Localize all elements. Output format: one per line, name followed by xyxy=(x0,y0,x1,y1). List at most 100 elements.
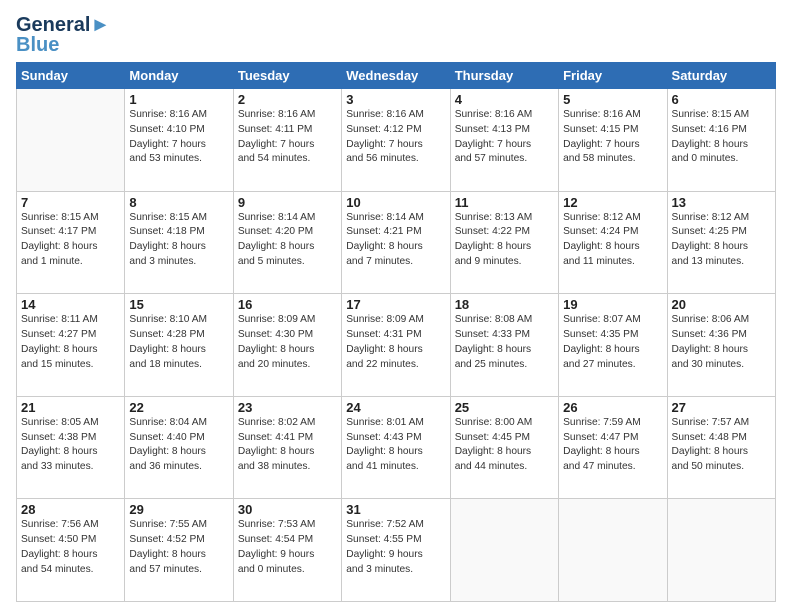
day-number: 1 xyxy=(129,92,228,107)
day-number: 22 xyxy=(129,400,228,415)
calendar-cell: 24Sunrise: 8:01 AMSunset: 4:43 PMDayligh… xyxy=(342,396,450,499)
calendar-cell: 9Sunrise: 8:14 AMSunset: 4:20 PMDaylight… xyxy=(233,191,341,294)
day-info: Sunrise: 8:00 AMSunset: 4:45 PMDaylight:… xyxy=(455,416,554,475)
day-number: 21 xyxy=(21,400,120,415)
day-number: 26 xyxy=(563,400,662,415)
day-number: 27 xyxy=(672,400,771,415)
day-info: Sunrise: 7:55 AMSunset: 4:52 PMDaylight:… xyxy=(129,518,228,577)
day-info: Sunrise: 8:06 AMSunset: 4:36 PMDaylight:… xyxy=(672,313,771,372)
day-info: Sunrise: 8:15 AMSunset: 4:18 PMDaylight:… xyxy=(129,211,228,270)
calendar-cell: 2Sunrise: 8:16 AMSunset: 4:11 PMDaylight… xyxy=(233,89,341,192)
day-info: Sunrise: 8:13 AMSunset: 4:22 PMDaylight:… xyxy=(455,211,554,270)
calendar-cell xyxy=(450,499,558,602)
calendar-cell: 25Sunrise: 8:00 AMSunset: 4:45 PMDayligh… xyxy=(450,396,558,499)
day-number: 12 xyxy=(563,195,662,210)
calendar-cell: 5Sunrise: 8:16 AMSunset: 4:15 PMDaylight… xyxy=(559,89,667,192)
week-row-4: 28Sunrise: 7:56 AMSunset: 4:50 PMDayligh… xyxy=(17,499,776,602)
calendar-cell: 4Sunrise: 8:16 AMSunset: 4:13 PMDaylight… xyxy=(450,89,558,192)
day-header-saturday: Saturday xyxy=(667,63,775,89)
calendar-cell: 16Sunrise: 8:09 AMSunset: 4:30 PMDayligh… xyxy=(233,294,341,397)
day-number: 19 xyxy=(563,297,662,312)
day-info: Sunrise: 8:12 AMSunset: 4:24 PMDaylight:… xyxy=(563,211,662,270)
calendar-cell: 10Sunrise: 8:14 AMSunset: 4:21 PMDayligh… xyxy=(342,191,450,294)
calendar-cell: 28Sunrise: 7:56 AMSunset: 4:50 PMDayligh… xyxy=(17,499,125,602)
day-number: 15 xyxy=(129,297,228,312)
day-info: Sunrise: 8:08 AMSunset: 4:33 PMDaylight:… xyxy=(455,313,554,372)
day-info: Sunrise: 8:16 AMSunset: 4:10 PMDaylight:… xyxy=(129,108,228,167)
day-info: Sunrise: 8:16 AMSunset: 4:13 PMDaylight:… xyxy=(455,108,554,167)
day-info: Sunrise: 7:56 AMSunset: 4:50 PMDaylight:… xyxy=(21,518,120,577)
calendar-cell: 14Sunrise: 8:11 AMSunset: 4:27 PMDayligh… xyxy=(17,294,125,397)
calendar-cell: 20Sunrise: 8:06 AMSunset: 4:36 PMDayligh… xyxy=(667,294,775,397)
day-number: 29 xyxy=(129,502,228,517)
day-number: 3 xyxy=(346,92,445,107)
day-info: Sunrise: 8:09 AMSunset: 4:31 PMDaylight:… xyxy=(346,313,445,372)
day-number: 16 xyxy=(238,297,337,312)
day-number: 4 xyxy=(455,92,554,107)
logo-text2: Blue xyxy=(16,34,110,56)
day-header-tuesday: Tuesday xyxy=(233,63,341,89)
day-info: Sunrise: 7:53 AMSunset: 4:54 PMDaylight:… xyxy=(238,518,337,577)
day-info: Sunrise: 7:52 AMSunset: 4:55 PMDaylight:… xyxy=(346,518,445,577)
calendar-cell: 23Sunrise: 8:02 AMSunset: 4:41 PMDayligh… xyxy=(233,396,341,499)
calendar-cell xyxy=(667,499,775,602)
calendar-cell: 3Sunrise: 8:16 AMSunset: 4:12 PMDaylight… xyxy=(342,89,450,192)
day-number: 5 xyxy=(563,92,662,107)
calendar-cell: 15Sunrise: 8:10 AMSunset: 4:28 PMDayligh… xyxy=(125,294,233,397)
day-info: Sunrise: 8:01 AMSunset: 4:43 PMDaylight:… xyxy=(346,416,445,475)
day-number: 10 xyxy=(346,195,445,210)
week-row-1: 7Sunrise: 8:15 AMSunset: 4:17 PMDaylight… xyxy=(17,191,776,294)
day-info: Sunrise: 8:16 AMSunset: 4:15 PMDaylight:… xyxy=(563,108,662,167)
day-number: 28 xyxy=(21,502,120,517)
week-row-0: 1Sunrise: 8:16 AMSunset: 4:10 PMDaylight… xyxy=(17,89,776,192)
calendar-cell: 13Sunrise: 8:12 AMSunset: 4:25 PMDayligh… xyxy=(667,191,775,294)
day-info: Sunrise: 8:09 AMSunset: 4:30 PMDaylight:… xyxy=(238,313,337,372)
day-info: Sunrise: 8:05 AMSunset: 4:38 PMDaylight:… xyxy=(21,416,120,475)
day-info: Sunrise: 8:14 AMSunset: 4:20 PMDaylight:… xyxy=(238,211,337,270)
day-header-thursday: Thursday xyxy=(450,63,558,89)
calendar-cell: 27Sunrise: 7:57 AMSunset: 4:48 PMDayligh… xyxy=(667,396,775,499)
calendar-cell: 29Sunrise: 7:55 AMSunset: 4:52 PMDayligh… xyxy=(125,499,233,602)
calendar-cell: 12Sunrise: 8:12 AMSunset: 4:24 PMDayligh… xyxy=(559,191,667,294)
day-number: 24 xyxy=(346,400,445,415)
day-number: 30 xyxy=(238,502,337,517)
day-info: Sunrise: 8:12 AMSunset: 4:25 PMDaylight:… xyxy=(672,211,771,270)
day-number: 18 xyxy=(455,297,554,312)
day-number: 9 xyxy=(238,195,337,210)
logo: General► Blue xyxy=(16,14,110,56)
days-header-row: SundayMondayTuesdayWednesdayThursdayFrid… xyxy=(17,63,776,89)
week-row-2: 14Sunrise: 8:11 AMSunset: 4:27 PMDayligh… xyxy=(17,294,776,397)
calendar-cell xyxy=(17,89,125,192)
day-number: 31 xyxy=(346,502,445,517)
day-number: 13 xyxy=(672,195,771,210)
day-info: Sunrise: 8:15 AMSunset: 4:17 PMDaylight:… xyxy=(21,211,120,270)
calendar-cell: 31Sunrise: 7:52 AMSunset: 4:55 PMDayligh… xyxy=(342,499,450,602)
day-info: Sunrise: 8:07 AMSunset: 4:35 PMDaylight:… xyxy=(563,313,662,372)
calendar-cell: 11Sunrise: 8:13 AMSunset: 4:22 PMDayligh… xyxy=(450,191,558,294)
day-header-sunday: Sunday xyxy=(17,63,125,89)
day-info: Sunrise: 8:10 AMSunset: 4:28 PMDaylight:… xyxy=(129,313,228,372)
calendar-cell: 26Sunrise: 7:59 AMSunset: 4:47 PMDayligh… xyxy=(559,396,667,499)
calendar-cell: 17Sunrise: 8:09 AMSunset: 4:31 PMDayligh… xyxy=(342,294,450,397)
day-number: 23 xyxy=(238,400,337,415)
day-header-friday: Friday xyxy=(559,63,667,89)
day-header-wednesday: Wednesday xyxy=(342,63,450,89)
calendar-cell: 1Sunrise: 8:16 AMSunset: 4:10 PMDaylight… xyxy=(125,89,233,192)
calendar-cell: 21Sunrise: 8:05 AMSunset: 4:38 PMDayligh… xyxy=(17,396,125,499)
day-info: Sunrise: 8:16 AMSunset: 4:12 PMDaylight:… xyxy=(346,108,445,167)
day-number: 11 xyxy=(455,195,554,210)
day-number: 25 xyxy=(455,400,554,415)
week-row-3: 21Sunrise: 8:05 AMSunset: 4:38 PMDayligh… xyxy=(17,396,776,499)
day-number: 2 xyxy=(238,92,337,107)
day-number: 7 xyxy=(21,195,120,210)
day-number: 17 xyxy=(346,297,445,312)
logo-text: General► xyxy=(16,14,110,36)
calendar-cell: 7Sunrise: 8:15 AMSunset: 4:17 PMDaylight… xyxy=(17,191,125,294)
day-info: Sunrise: 8:11 AMSunset: 4:27 PMDaylight:… xyxy=(21,313,120,372)
calendar-cell: 8Sunrise: 8:15 AMSunset: 4:18 PMDaylight… xyxy=(125,191,233,294)
calendar-cell: 6Sunrise: 8:15 AMSunset: 4:16 PMDaylight… xyxy=(667,89,775,192)
calendar-cell: 30Sunrise: 7:53 AMSunset: 4:54 PMDayligh… xyxy=(233,499,341,602)
calendar-cell: 18Sunrise: 8:08 AMSunset: 4:33 PMDayligh… xyxy=(450,294,558,397)
calendar-cell: 22Sunrise: 8:04 AMSunset: 4:40 PMDayligh… xyxy=(125,396,233,499)
day-header-monday: Monday xyxy=(125,63,233,89)
